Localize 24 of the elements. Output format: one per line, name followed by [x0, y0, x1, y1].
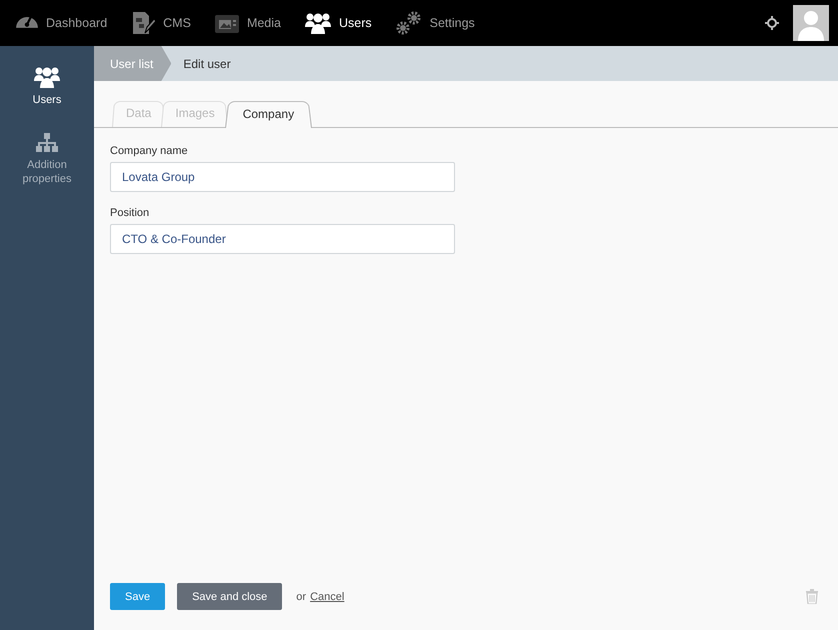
gears-icon: [396, 11, 422, 35]
document-pencil-icon: [131, 11, 156, 35]
nav-item[interactable]: Dashboard: [16, 0, 132, 46]
nav-item[interactable]: CMS: [131, 0, 215, 46]
cancel-link[interactable]: Cancel: [310, 590, 344, 602]
crosshair-icon[interactable]: [765, 16, 779, 30]
field-label: Position: [110, 207, 150, 219]
users-icon: [304, 12, 331, 34]
users-icon: [34, 66, 60, 88]
gauge-icon: [16, 17, 38, 29]
hierarchy-icon: [36, 133, 58, 153]
sidebar-item[interactable]: Addition properties: [0, 133, 94, 186]
sidebar-item[interactable]: Users: [0, 66, 94, 107]
camera-icon: [214, 13, 239, 33]
nav-item[interactable]: Settings: [396, 0, 499, 46]
field-label: Company name: [110, 145, 189, 157]
input-field[interactable]: Lovata Group: [110, 162, 455, 192]
input-field[interactable]: CTO & Co-Founder: [110, 224, 455, 254]
nav-item[interactable]: Users: [304, 0, 396, 46]
breadcrumb-current: Edit user: [183, 56, 231, 70]
save-and-close-button[interactable]: Save and close: [177, 583, 282, 610]
trash-icon[interactable]: [806, 589, 818, 604]
nav-item[interactable]: Media: [214, 0, 305, 46]
or-label: or: [296, 590, 306, 602]
